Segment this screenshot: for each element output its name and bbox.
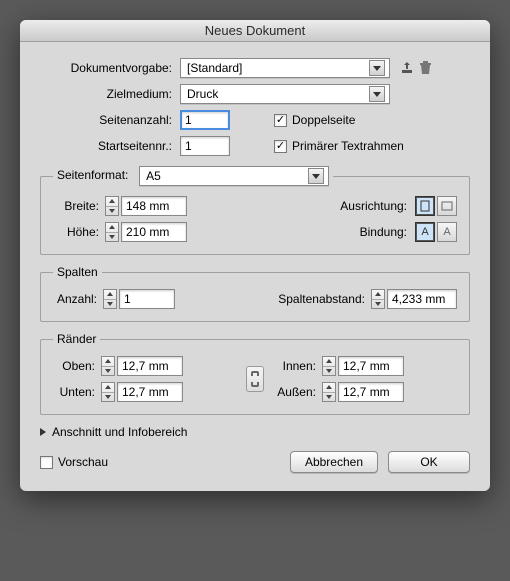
orientation-label: Ausrichtung: <box>340 199 413 213</box>
margin-top-input[interactable]: 12,7 mm <box>117 356 183 376</box>
preset-select[interactable]: [Standard] <box>180 58 390 78</box>
dropdown-arrow-icon <box>369 60 385 76</box>
link-margins-icon[interactable] <box>246 366 264 392</box>
binding-label: Bindung: <box>360 225 413 239</box>
page-format-legend: Seitenformat: A5 <box>53 166 333 186</box>
margin-bottom-value: 12,7 mm <box>122 385 169 399</box>
save-preset-icon[interactable] <box>398 59 416 77</box>
page-format-group: Seitenformat: A5 Breite: 148 mm Ausricht… <box>40 166 470 255</box>
margins-group: Ränder Oben: 12,7 mm Unten: 12,7 m <box>40 332 470 415</box>
cancel-button[interactable]: Abbrechen <box>290 451 378 473</box>
height-value: 210 mm <box>126 225 169 239</box>
gutter-value: 4,233 mm <box>392 292 445 306</box>
disclosure-triangle-icon <box>40 428 46 436</box>
page-size-select[interactable]: A5 <box>139 166 329 186</box>
margin-outside-value: 12,7 mm <box>343 385 390 399</box>
dialog-content: Dokumentvorgabe: [Standard] Zielmedium: … <box>20 42 490 491</box>
preview-checkbox[interactable] <box>40 456 53 469</box>
start-page-label: Startseitennr.: <box>40 139 180 153</box>
margin-top-label: Oben: <box>53 359 101 373</box>
height-stepper[interactable] <box>105 222 119 242</box>
margin-top-stepper[interactable] <box>101 356 115 376</box>
column-count-input[interactable]: 1 <box>119 289 175 309</box>
column-count-value: 1 <box>124 292 131 306</box>
primary-textframe-label: Primärer Textrahmen <box>292 139 404 153</box>
preview-label: Vorschau <box>58 455 108 469</box>
intent-select[interactable]: Druck <box>180 84 390 104</box>
cancel-label: Abbrechen <box>305 455 363 469</box>
margin-outside-input[interactable]: 12,7 mm <box>338 382 404 402</box>
facing-pages-label: Doppelseite <box>292 113 355 127</box>
facing-pages-checkbox[interactable] <box>274 114 287 127</box>
margin-inside-input[interactable]: 12,7 mm <box>338 356 404 376</box>
intent-value: Druck <box>187 87 365 101</box>
height-input[interactable]: 210 mm <box>121 222 187 242</box>
page-size-value: A5 <box>146 169 304 183</box>
start-page-input[interactable]: 1 <box>180 136 230 156</box>
ok-label: OK <box>420 455 437 469</box>
orientation-landscape-button[interactable] <box>437 196 457 216</box>
margin-bottom-stepper[interactable] <box>101 382 115 402</box>
gutter-stepper[interactable] <box>371 289 385 309</box>
binding-left-button[interactable]: A <box>415 222 435 242</box>
preset-label: Dokumentvorgabe: <box>40 61 180 75</box>
columns-legend: Spalten <box>53 265 102 279</box>
margin-inside-label: Innen: <box>274 359 322 373</box>
margin-inside-stepper[interactable] <box>322 356 336 376</box>
preset-value: [Standard] <box>187 61 365 75</box>
dropdown-arrow-icon <box>369 86 385 102</box>
margin-bottom-label: Unten: <box>53 385 101 399</box>
page-count-value: 1 <box>185 113 192 127</box>
bleed-disclosure[interactable]: Anschnitt und Infobereich <box>40 425 470 439</box>
delete-preset-icon[interactable] <box>416 59 434 77</box>
column-count-stepper[interactable] <box>103 289 117 309</box>
dropdown-arrow-icon <box>308 168 324 184</box>
start-page-value: 1 <box>185 139 192 153</box>
dialog-window: Neues Dokument Dokumentvorgabe: [Standar… <box>20 20 490 491</box>
margin-outside-label: Außen: <box>274 385 322 399</box>
bleed-label: Anschnitt und Infobereich <box>52 425 187 439</box>
titlebar: Neues Dokument <box>20 20 490 42</box>
orientation-portrait-button[interactable] <box>415 196 435 216</box>
intent-label: Zielmedium: <box>40 87 180 101</box>
column-count-label: Anzahl: <box>53 292 103 306</box>
width-value: 148 mm <box>126 199 169 213</box>
ok-button[interactable]: OK <box>388 451 470 473</box>
primary-textframe-checkbox[interactable] <box>274 140 287 153</box>
margin-bottom-input[interactable]: 12,7 mm <box>117 382 183 402</box>
page-format-label: Seitenformat: <box>57 168 128 182</box>
width-input[interactable]: 148 mm <box>121 196 187 216</box>
page-count-input[interactable]: 1 <box>180 110 230 130</box>
margin-top-value: 12,7 mm <box>122 359 169 373</box>
margin-inside-value: 12,7 mm <box>343 359 390 373</box>
width-label: Breite: <box>53 199 105 213</box>
columns-group: Spalten Anzahl: 1 Spaltenabstand: 4,233 … <box>40 265 470 322</box>
margin-outside-stepper[interactable] <box>322 382 336 402</box>
width-stepper[interactable] <box>105 196 119 216</box>
gutter-input[interactable]: 4,233 mm <box>387 289 457 309</box>
binding-right-button[interactable]: A <box>437 222 457 242</box>
gutter-label: Spaltenabstand: <box>278 292 371 306</box>
window-title: Neues Dokument <box>205 23 305 38</box>
page-count-label: Seitenanzahl: <box>40 113 180 127</box>
margins-legend: Ränder <box>53 332 100 346</box>
height-label: Höhe: <box>53 225 105 239</box>
